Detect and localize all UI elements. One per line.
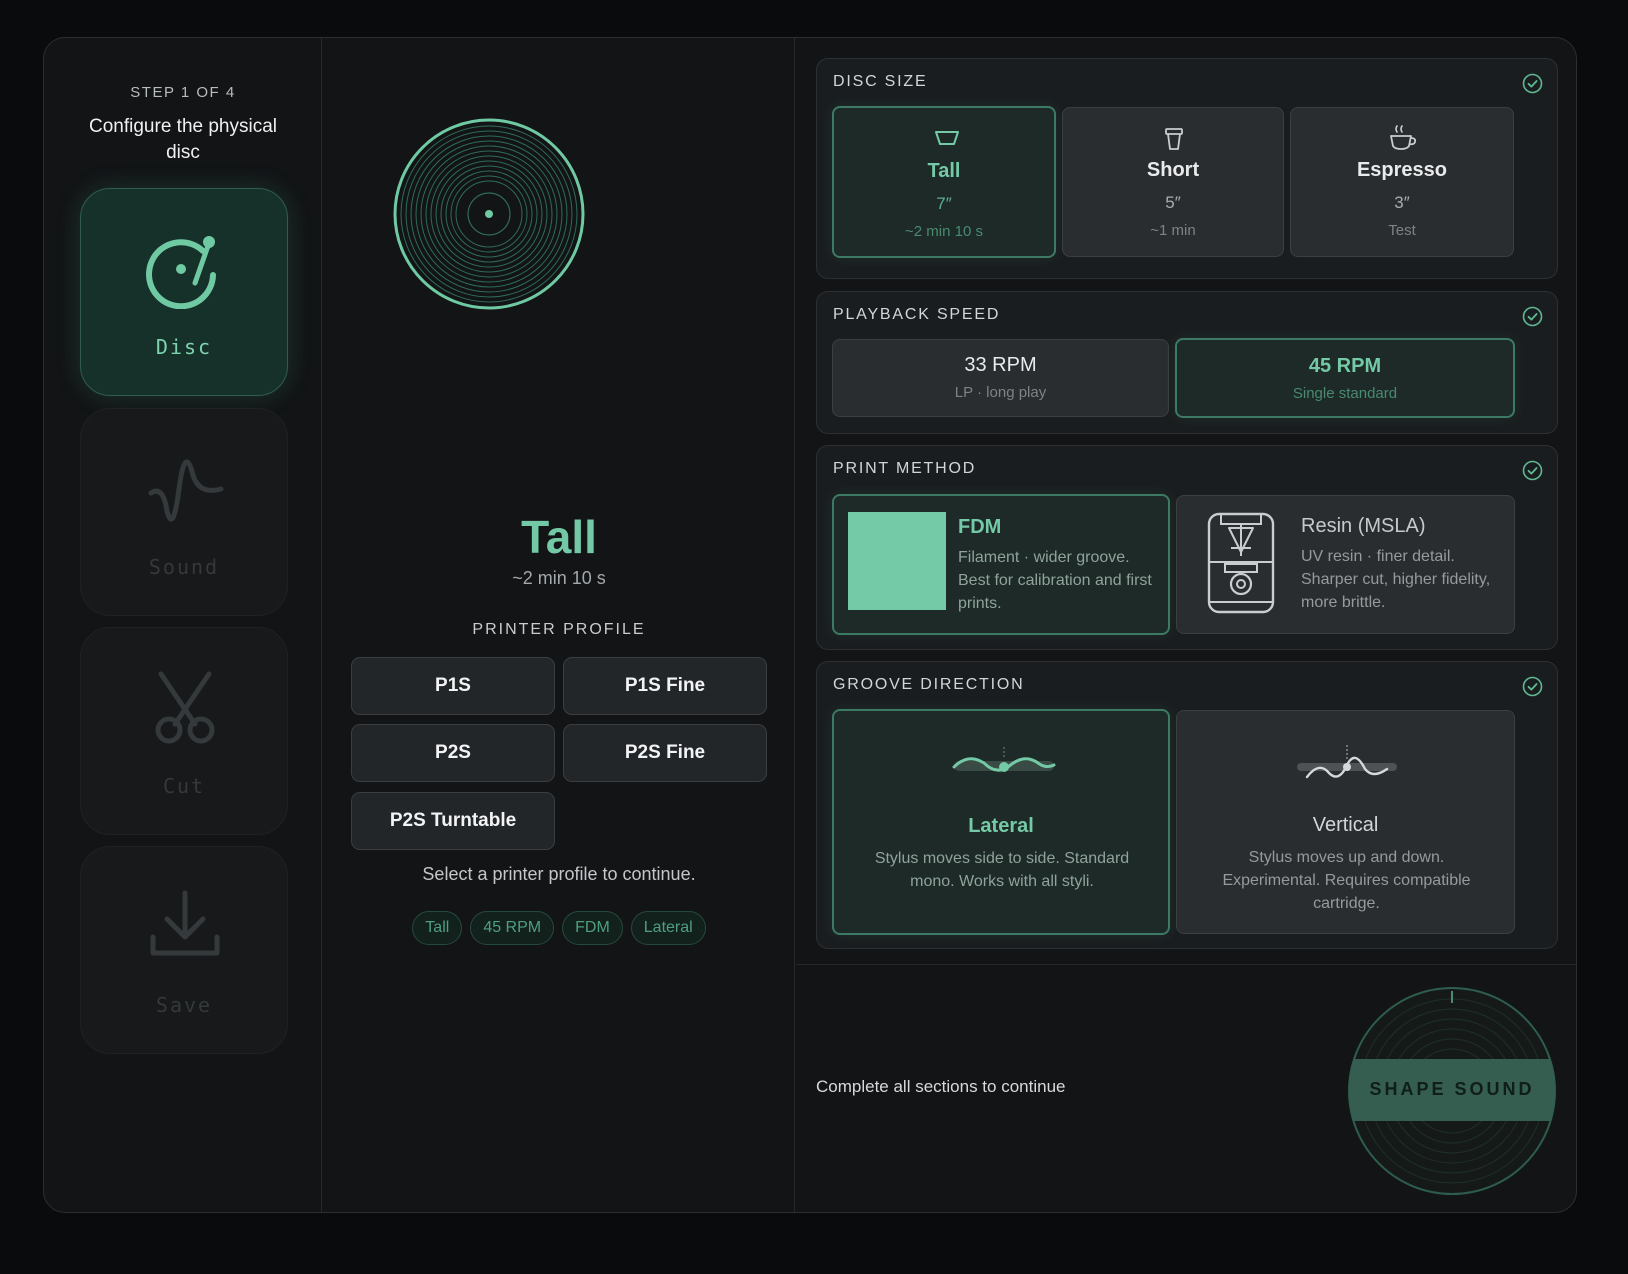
playback-speed-section: PLAYBACK SPEED 33 RPM LP · long play 45 … [816,291,1558,434]
print-method-resin-option[interactable]: Resin (MSLA) UV resin · finer detail. Sh… [1176,495,1515,634]
fdm-image [848,512,946,610]
footer-bar: Complete all sections to continue SHAPE … [796,964,1576,1212]
rail-item-label: Sound [148,555,220,579]
option-note: ~1 min [1150,222,1196,239]
option-desc: LP · long play [954,384,1047,401]
option-note: Test [1388,222,1416,239]
option-desc: Stylus moves up and down. Experimental. … [1222,849,1471,912]
summary-chip: Lateral [630,911,706,945]
preview-column: Tall ~2 min 10 s PRINTER PROFILE P1S P1S… [323,38,795,1212]
profile-p1s-fine-button[interactable]: P1S Fine [563,657,767,715]
check-icon [1522,73,1543,94]
scissors-icon [155,671,215,744]
option-desc: UV resin · finer detail. Sharper cut, hi… [1301,548,1491,611]
profile-p2s-fine-button[interactable]: P2S Fine [563,724,767,782]
footer-status-message: Complete all sections to continue [816,1077,1066,1096]
rail-item-sound[interactable]: Sound [80,408,288,616]
download-icon [150,890,220,956]
section-title: GROOVE DIRECTION [833,676,1025,693]
rail-item-save[interactable]: Save [80,846,288,1054]
disc-size-espresso-option[interactable]: Espresso 3″ Test [1290,107,1514,257]
option-name: Espresso [1356,159,1448,181]
print-method-fdm-option[interactable]: FDM Filament · wider groove. Best for ca… [832,494,1170,635]
rail-item-disc[interactable]: Disc [80,188,288,396]
summary-chip: Tall [412,911,463,945]
option-name: Lateral [968,815,1034,837]
rail-item-label: Save [155,993,213,1017]
check-icon [1522,460,1543,481]
resin-printer-icon [1207,512,1275,614]
turntable-icon [146,236,216,309]
option-size: 7″ [936,194,952,213]
option-note: ~2 min 10 s [905,223,983,240]
check-icon [1522,676,1543,697]
app-window: STEP 1 OF 4 Configure the physical disc … [43,37,1577,1213]
disc-size-section: DISC SIZE Tall 7″ ~2 min 10 s Short 5″ ~… [816,58,1558,279]
summary-chips: Tall 45 RPM FDM Lateral [323,911,795,945]
option-name: FDM [958,516,1002,538]
option-size: 5″ [1165,193,1181,212]
section-title: PRINT METHOD [833,460,977,477]
summary-chip: 45 RPM [470,911,555,945]
option-name: 45 RPM [1308,355,1382,377]
settings-column: DISC SIZE Tall 7″ ~2 min 10 s Short 5″ ~… [796,38,1576,1212]
print-method-section: PRINT METHOD FDM Filament · wider groove… [816,445,1558,650]
cup-icon [1165,128,1183,150]
disc-size-tall-option[interactable]: Tall 7″ ~2 min 10 s [832,106,1056,258]
speed-33-option[interactable]: 33 RPM LP · long play [832,339,1169,417]
speed-45-option[interactable]: 45 RPM Single standard [1175,338,1515,418]
groove-direction-section: GROOVE DIRECTION Lateral Stylus moves si… [816,661,1558,949]
section-title: DISC SIZE [833,73,928,90]
option-desc: Single standard [1292,385,1398,402]
profile-p1s-button[interactable]: P1S [351,657,555,715]
vinyl-disc-icon [393,118,585,310]
bowl-icon [935,131,959,145]
option-name: Vertical [1312,814,1379,836]
option-desc: Stylus moves side to side. Standard mono… [874,850,1130,890]
option-name: Resin (MSLA) [1301,515,1426,537]
section-title: PLAYBACK SPEED [833,306,1001,323]
disc-size-short-option[interactable]: Short 5″ ~1 min [1062,107,1284,257]
selected-disc-title: Tall [521,511,597,563]
step-counter: STEP 1 OF 4 [130,84,236,101]
profile-p2s-button[interactable]: P2S [351,724,555,782]
printer-profile-heading: PRINTER PROFILE [472,621,646,638]
vertical-groove-icon [1297,745,1397,779]
printer-profile-hint: Select a printer profile to continue. [422,864,696,884]
step-rail: STEP 1 OF 4 Configure the physical disc … [44,38,322,1212]
profile-p2s-turntable-button[interactable]: P2S Turntable [351,792,555,850]
selected-disc-duration: ~2 min 10 s [512,568,606,588]
check-icon [1522,306,1543,327]
option-size: 3″ [1394,193,1410,212]
shape-sound-label: SHAPE SOUND [1369,1079,1535,1099]
rail-item-label: Disc [155,335,213,359]
option-name: 33 RPM [964,354,1037,376]
option-desc: Filament · wider groove. Best for calibr… [958,549,1152,612]
groove-lateral-option[interactable]: Lateral Stylus moves side to side. Stand… [832,709,1170,935]
summary-chip: FDM [562,911,623,945]
rail-item-cut[interactable]: Cut [80,627,288,835]
coffee-cup-icon [1390,125,1417,150]
option-name: Tall [927,160,961,182]
groove-vertical-option[interactable]: Vertical Stylus moves up and down. Exper… [1176,710,1515,934]
step-description: Configure the physical disc [89,116,277,163]
option-name: Short [1146,159,1200,181]
shape-sound-button[interactable]: SHAPE SOUND [1348,987,1556,1195]
lateral-groove-icon [952,747,1056,772]
waveform-icon [148,459,224,522]
rail-item-label: Cut [162,774,206,798]
